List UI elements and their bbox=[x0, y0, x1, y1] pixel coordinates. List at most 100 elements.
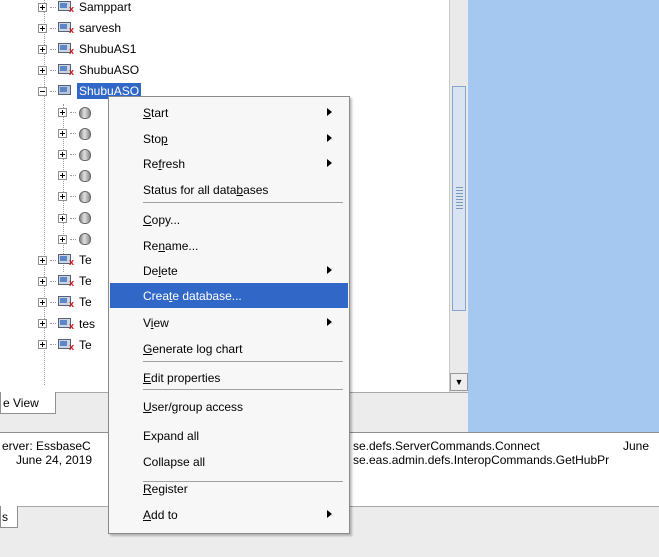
scrollbar-thumb[interactable] bbox=[452, 86, 466, 311]
tree-item-database[interactable] bbox=[58, 124, 95, 144]
tree-item-server[interactable]: x tes bbox=[38, 314, 97, 334]
expand-icon[interactable] bbox=[58, 234, 67, 244]
cylinder-shape bbox=[79, 106, 91, 119]
mnemonic-letter: R bbox=[143, 481, 152, 496]
tab-enterprise-view[interactable]: e View bbox=[0, 392, 56, 414]
submenu-arrow-icon bbox=[327, 134, 332, 142]
label-part: e database... bbox=[172, 288, 242, 303]
collapse-icon[interactable] bbox=[38, 86, 47, 96]
tree-vertical-scrollbar[interactable]: ▼ bbox=[449, 0, 468, 392]
menu-item-create-database[interactable]: Create database... bbox=[110, 283, 348, 308]
expand-icon[interactable] bbox=[38, 276, 47, 286]
tree-item-label: Te bbox=[79, 337, 92, 352]
tree-item-server[interactable]: x Samppart bbox=[38, 0, 133, 17]
label-part: Sto bbox=[143, 131, 162, 146]
scroll-down-button[interactable]: ▼ bbox=[450, 373, 468, 391]
expand-icon[interactable] bbox=[38, 23, 47, 33]
tree-item-database[interactable] bbox=[58, 103, 95, 123]
database-icon bbox=[78, 211, 92, 225]
expand-icon[interactable] bbox=[38, 297, 47, 307]
expand-icon[interactable] bbox=[38, 255, 47, 265]
database-icon bbox=[78, 127, 92, 141]
database-icon bbox=[78, 106, 92, 120]
menu-item-expand-all[interactable]: Expand all bbox=[110, 423, 348, 448]
menu-item-stop[interactable]: Stop bbox=[110, 126, 348, 151]
tree-item-server[interactable]: x ShubuASO bbox=[38, 60, 141, 80]
expand-icon[interactable] bbox=[58, 150, 67, 160]
tab-messages[interactable]: s bbox=[0, 506, 18, 528]
tree-item-database[interactable] bbox=[58, 208, 95, 228]
tree-connector bbox=[50, 280, 56, 282]
tree-item-server[interactable]: x Te bbox=[38, 292, 94, 312]
tree-item-label: ShubuASO bbox=[79, 63, 140, 78]
menu-item-label: Generate log chart bbox=[143, 342, 242, 356]
label-part: resh bbox=[161, 156, 186, 171]
screen-shape bbox=[60, 3, 67, 8]
server-icon bbox=[58, 84, 74, 98]
scrollbar-grip-icon bbox=[456, 187, 463, 209]
tree-item-server[interactable]: x sarvesh bbox=[38, 18, 123, 38]
menu-item-delete[interactable]: Delete bbox=[110, 258, 348, 283]
tree-connector bbox=[50, 27, 56, 29]
tree-item-database[interactable] bbox=[58, 145, 95, 165]
menu-item-view[interactable]: View bbox=[110, 310, 348, 335]
expand-icon[interactable] bbox=[58, 213, 67, 223]
server-error-icon: x bbox=[58, 295, 74, 309]
tree-connector bbox=[70, 133, 76, 135]
menu-item-rename[interactable]: Rename... bbox=[110, 233, 348, 258]
tree-connector bbox=[50, 69, 56, 71]
tree-connector bbox=[50, 344, 56, 346]
menu-item-collapse-all[interactable]: Collapse all bbox=[110, 449, 348, 474]
tree-item-server[interactable]: x Te bbox=[38, 335, 94, 355]
error-mark-icon: x bbox=[68, 257, 74, 268]
expand-icon[interactable] bbox=[38, 65, 47, 75]
menu-item-label: View bbox=[143, 316, 169, 330]
cylinder-shape bbox=[79, 233, 91, 246]
menu-item-start[interactable]: Start bbox=[110, 100, 348, 125]
database-icon bbox=[78, 232, 92, 246]
label-part: dd to bbox=[151, 507, 178, 522]
menu-item-add-to[interactable]: Add to bbox=[110, 502, 348, 527]
mnemonic-letter: G bbox=[143, 341, 153, 356]
expand-icon[interactable] bbox=[38, 2, 47, 12]
tree-item-server[interactable]: x ShubuAS1 bbox=[38, 39, 138, 59]
expand-icon[interactable] bbox=[38, 340, 47, 350]
menu-separator bbox=[143, 389, 343, 390]
error-mark-icon: x bbox=[68, 4, 74, 14]
menu-item-generate-log-chart[interactable]: Generate log chart bbox=[110, 336, 348, 361]
tree-item-database[interactable] bbox=[58, 187, 95, 207]
cylinder-shape bbox=[79, 169, 91, 182]
menu-item-label: User/group access bbox=[143, 400, 243, 414]
expand-icon[interactable] bbox=[58, 129, 67, 139]
label-part: V bbox=[143, 315, 151, 330]
menu-item-edit-properties[interactable]: Edit properties bbox=[110, 365, 348, 390]
mnemonic-letter: E bbox=[143, 370, 152, 385]
mnemonic-letter: A bbox=[143, 507, 152, 522]
expand-icon[interactable] bbox=[58, 108, 67, 117]
expand-icon[interactable] bbox=[38, 44, 47, 54]
mnemonic-letter: C bbox=[143, 212, 152, 227]
expand-icon[interactable] bbox=[38, 319, 47, 328]
mnemonic-letter: S bbox=[143, 105, 152, 120]
tree-connector bbox=[70, 112, 76, 113]
menu-item-label: Create database... bbox=[143, 289, 242, 303]
menu-item-label: Expand all bbox=[143, 429, 199, 443]
menu-item-refresh[interactable]: Refresh bbox=[110, 151, 348, 176]
submenu-arrow-icon bbox=[327, 266, 332, 274]
screen-shape bbox=[60, 319, 67, 325]
menu-item-register[interactable]: Register bbox=[110, 476, 348, 501]
label-part: ser/group access bbox=[151, 399, 244, 414]
tree-item-server[interactable]: x Te bbox=[38, 250, 94, 270]
tree-item-database[interactable] bbox=[58, 166, 95, 186]
label-part: De bbox=[143, 263, 159, 278]
expand-icon[interactable] bbox=[58, 171, 67, 181]
expand-icon[interactable] bbox=[58, 192, 67, 202]
log-right-line1: June bbox=[623, 439, 650, 453]
label-part: Collapse all bbox=[143, 454, 206, 469]
menu-item-user-group-access[interactable]: User/group access bbox=[110, 394, 348, 419]
menu-item-label: Edit properties bbox=[143, 371, 220, 385]
menu-item-copy[interactable]: Copy... bbox=[110, 207, 348, 232]
tree-item-database[interactable] bbox=[58, 229, 95, 249]
tree-item-server[interactable]: x Te bbox=[38, 271, 94, 291]
menu-item-status[interactable]: Status for all databases bbox=[110, 177, 348, 202]
